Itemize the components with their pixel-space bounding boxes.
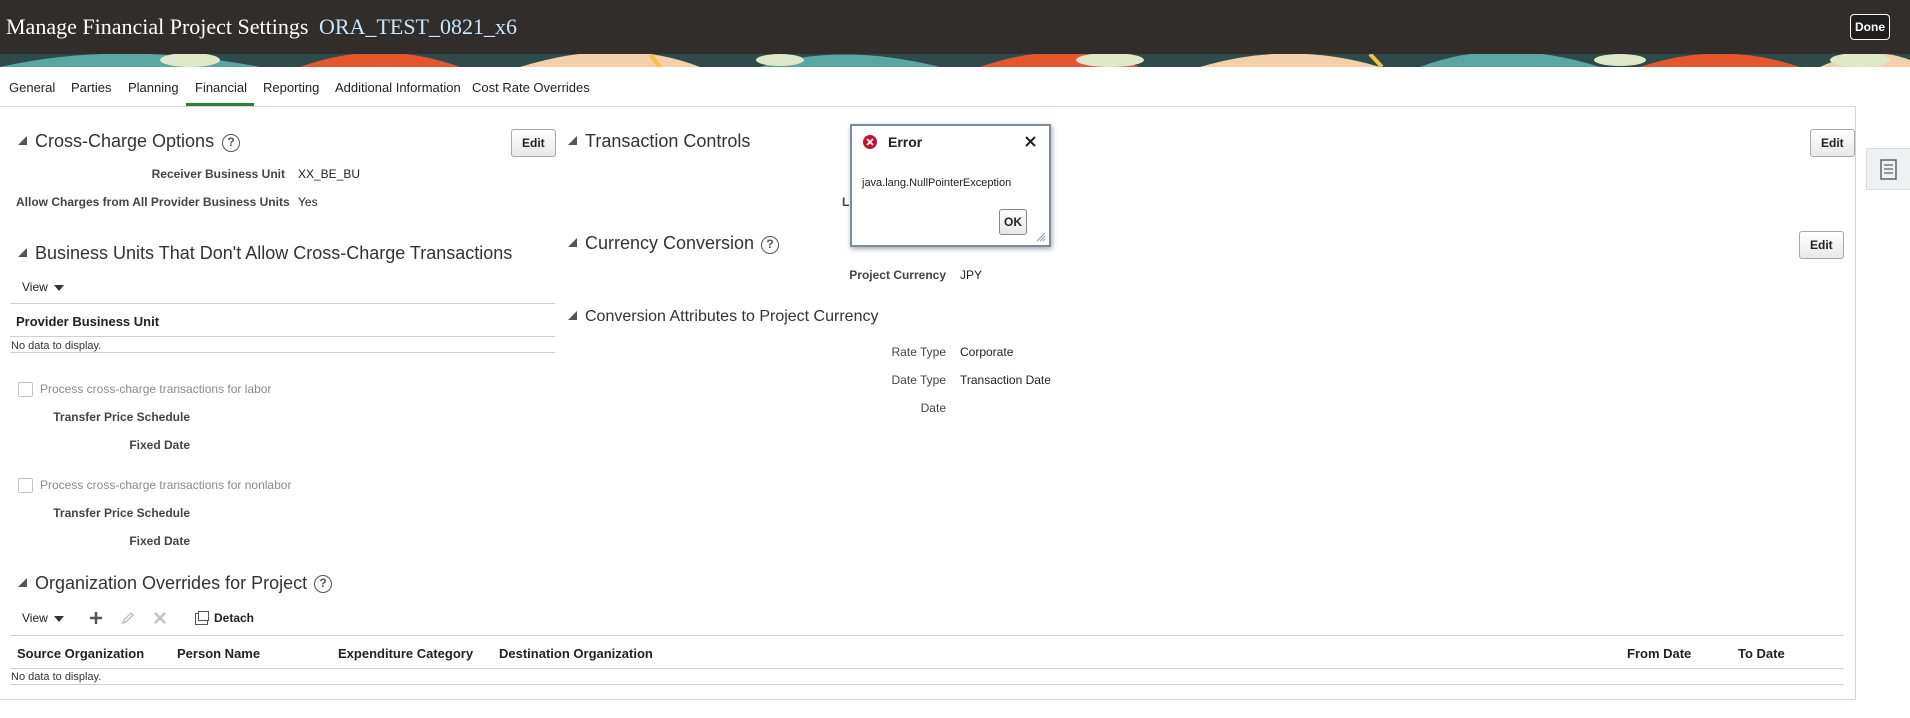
process-nonlabor-checkbox[interactable]: [18, 478, 33, 493]
view-menu-label: View: [22, 611, 48, 625]
collapse-triangle-icon[interactable]: [18, 578, 27, 587]
receiver-business-unit-label: Receiver Business Unit: [151, 167, 285, 181]
detach-icon[interactable]: [194, 610, 210, 626]
project-name: ORA_TEST_0821_x6: [319, 14, 517, 39]
section-title-organization-overrides: Organization Overrides for Project: [35, 573, 308, 593]
error-icon: [863, 135, 877, 149]
edit-pencil-icon[interactable]: [120, 610, 136, 626]
table-divider: [10, 635, 1844, 636]
view-menu-label: View: [22, 280, 48, 294]
column-header-from-date[interactable]: From Date: [1627, 646, 1691, 661]
column-header-destination-organization[interactable]: Destination Organization: [499, 646, 653, 661]
transaction-controls-partial-label: L: [842, 195, 850, 209]
rate-type-value: Corporate: [960, 345, 1014, 359]
process-nonlabor-checkbox-label: Process cross-charge transactions for no…: [40, 478, 292, 492]
detach-button[interactable]: Detach: [214, 611, 254, 625]
tab-reporting[interactable]: Reporting: [263, 80, 319, 95]
column-header-person-name[interactable]: Person Name: [177, 646, 260, 661]
table-divider: [10, 352, 555, 353]
help-icon[interactable]: ?: [761, 236, 779, 254]
labor-fixed-date-label: Fixed Date: [129, 438, 190, 452]
edit-cross-charge-button[interactable]: Edit: [511, 129, 556, 157]
no-data-message: No data to display.: [11, 340, 102, 352]
no-data-message: No data to display.: [11, 671, 102, 683]
side-panel-toggle[interactable]: [1866, 148, 1910, 190]
process-labor-checkbox-label: Process cross-charge transactions for la…: [40, 382, 272, 396]
error-dialog-title: Error: [888, 134, 923, 150]
section-title-conversion-attributes: Conversion Attributes to Project Currenc…: [585, 308, 879, 325]
section-title-bu-no-cross-charge: Business Units That Don't Allow Cross-Ch…: [35, 243, 513, 263]
tab-planning[interactable]: Planning: [128, 80, 179, 95]
ok-button[interactable]: OK: [999, 209, 1027, 235]
column-header-to-date[interactable]: To Date: [1738, 646, 1785, 661]
collapse-triangle-icon[interactable]: [568, 238, 577, 247]
view-menu[interactable]: View: [22, 611, 64, 625]
process-labor-checkbox[interactable]: [18, 382, 33, 397]
page-title: Manage Financial Project Settings: [6, 14, 309, 39]
help-icon[interactable]: ?: [314, 575, 332, 593]
tab-financial[interactable]: Financial: [195, 80, 247, 95]
close-icon[interactable]: [1024, 135, 1037, 148]
column-header-expenditure-category[interactable]: Expenditure Category: [338, 646, 473, 661]
date-type-value: Transaction Date: [960, 373, 1051, 387]
add-icon[interactable]: [88, 610, 104, 626]
project-currency-label: Project Currency: [849, 268, 946, 282]
tab-parties[interactable]: Parties: [71, 80, 111, 95]
tab-additional-information[interactable]: Additional Information: [335, 80, 461, 95]
allow-charges-label: Allow Charges from All Provider Business…: [16, 195, 290, 209]
resize-handle-icon[interactable]: [1036, 232, 1046, 242]
section-title-cross-charge-options: Cross-Charge Options: [35, 131, 215, 151]
collapse-triangle-icon[interactable]: [18, 248, 27, 257]
rate-type-label: Rate Type: [891, 345, 946, 359]
table-divider: [10, 303, 555, 304]
document-icon: [1880, 159, 1897, 180]
page-header: Manage Financial Project Settings ORA_TE…: [0, 0, 1910, 67]
receiver-business-unit-value: XX_BE_BU: [298, 167, 361, 181]
column-header-source-organization[interactable]: Source Organization: [17, 646, 144, 661]
date-label: Date: [920, 401, 946, 415]
table-divider: [10, 684, 1844, 685]
chevron-down-icon: [53, 615, 64, 622]
error-message: java.lang.NullPointerException: [862, 177, 1012, 189]
project-currency-value: JPY: [960, 268, 983, 282]
collapse-triangle-icon[interactable]: [18, 136, 27, 145]
edit-transaction-controls-button[interactable]: Edit: [1810, 129, 1855, 157]
help-icon[interactable]: ?: [222, 134, 240, 152]
labor-transfer-price-schedule-label: Transfer Price Schedule: [53, 410, 190, 424]
nonlabor-fixed-date-label: Fixed Date: [129, 534, 190, 548]
nonlabor-transfer-price-schedule-label: Transfer Price Schedule: [53, 506, 190, 520]
collapse-triangle-icon[interactable]: [568, 311, 577, 320]
tab-cost-rate-overrides[interactable]: Cost Rate Overrides: [472, 80, 590, 95]
table-divider: [10, 336, 555, 337]
section-title-currency-conversion: Currency Conversion: [585, 233, 755, 253]
error-dialog: Error java.lang.NullPointerException OK: [850, 124, 1051, 247]
column-header-provider-business-unit[interactable]: Provider Business Unit: [16, 314, 159, 329]
chevron-down-icon: [53, 284, 64, 291]
done-button[interactable]: Done: [1850, 14, 1890, 40]
date-type-label: Date Type: [891, 373, 946, 387]
delete-icon[interactable]: [152, 610, 168, 626]
view-menu[interactable]: View: [22, 280, 64, 294]
tab-general[interactable]: General: [9, 80, 55, 95]
section-title-transaction-controls: Transaction Controls: [585, 131, 751, 151]
table-divider: [10, 668, 1844, 669]
edit-currency-conversion-button[interactable]: Edit: [1799, 231, 1844, 259]
allow-charges-value: Yes: [298, 195, 318, 209]
collapse-triangle-icon[interactable]: [568, 136, 577, 145]
